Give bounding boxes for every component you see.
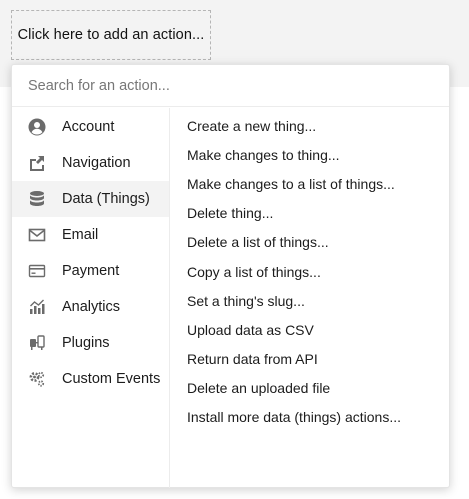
category-label: Plugins bbox=[62, 335, 110, 351]
action-search-input[interactable] bbox=[12, 65, 449, 107]
action-make-changes-thing[interactable]: Make changes to thing... bbox=[171, 140, 449, 169]
add-action-button[interactable]: Click here to add an action... bbox=[11, 10, 211, 60]
category-custom-events[interactable]: Custom Events bbox=[12, 361, 169, 397]
action-picker-dropdown: Account Navigation Data (Things) Email bbox=[11, 64, 450, 488]
category-label: Account bbox=[62, 119, 115, 135]
action-return-data-api[interactable]: Return data from API bbox=[171, 345, 449, 374]
category-data-things[interactable]: Data (Things) bbox=[12, 181, 169, 217]
payment-icon bbox=[28, 262, 46, 280]
category-email[interactable]: Email bbox=[12, 217, 169, 253]
category-account[interactable]: Account bbox=[12, 109, 169, 145]
gears-icon bbox=[28, 370, 46, 388]
canvas: Click here to add an action... Account N… bbox=[0, 0, 469, 499]
category-plugins[interactable]: Plugins bbox=[12, 325, 169, 361]
action-install-more[interactable]: Install more data (things) actions... bbox=[171, 403, 449, 432]
action-create-thing[interactable]: Create a new thing... bbox=[171, 111, 449, 140]
action-copy-list[interactable]: Copy a list of things... bbox=[171, 257, 449, 286]
analytics-icon bbox=[28, 298, 46, 316]
action-upload-csv[interactable]: Upload data as CSV bbox=[171, 315, 449, 344]
action-set-slug[interactable]: Set a thing's slug... bbox=[171, 286, 449, 315]
action-delete-uploaded-file[interactable]: Delete an uploaded file bbox=[171, 374, 449, 403]
category-label: Navigation bbox=[62, 155, 131, 171]
action-delete-thing[interactable]: Delete thing... bbox=[171, 199, 449, 228]
action-delete-list[interactable]: Delete a list of things... bbox=[171, 228, 449, 257]
account-icon bbox=[28, 118, 46, 136]
action-make-changes-list[interactable]: Make changes to a list of things... bbox=[171, 169, 449, 198]
category-label: Custom Events bbox=[62, 371, 161, 387]
plugins-icon bbox=[28, 334, 46, 352]
category-label: Email bbox=[62, 227, 99, 243]
action-list: Create a new thing... Make changes to th… bbox=[171, 108, 449, 488]
email-icon bbox=[28, 226, 46, 244]
category-label: Payment bbox=[62, 263, 120, 279]
category-label: Analytics bbox=[62, 299, 121, 315]
category-navigation[interactable]: Navigation bbox=[12, 145, 169, 181]
category-analytics[interactable]: Analytics bbox=[12, 289, 169, 325]
category-payment[interactable]: Payment bbox=[12, 253, 169, 289]
category-list: Account Navigation Data (Things) Email P… bbox=[12, 108, 170, 488]
database-icon bbox=[28, 190, 46, 208]
navigation-icon bbox=[28, 154, 46, 172]
category-label: Data (Things) bbox=[62, 191, 150, 207]
